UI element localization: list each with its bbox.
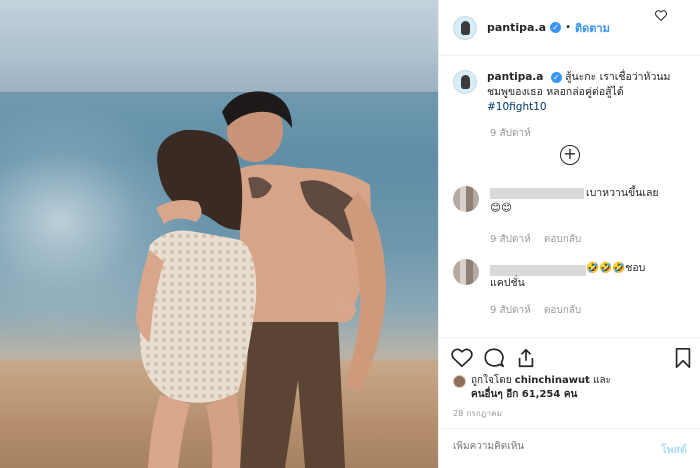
liker-username[interactable]: chinchinawut [515, 375, 590, 386]
caption-text-block: pantipa.a ✓ สู้นะกะ เราเชื่อว่าหัวนมชมพู… [487, 70, 687, 115]
follow-button[interactable]: ติดตาม [575, 19, 610, 37]
post-action-bar [439, 337, 700, 373]
comment-text: 🤣🤣🤣ชอบแคปชั่น [490, 262, 646, 289]
likes-others-link[interactable]: คนอื่นๆ อีก 61,254 คน [471, 389, 577, 400]
caption-timestamp[interactable]: 9 สัปดาห์ [490, 126, 531, 141]
author-username[interactable]: pantipa.a [487, 21, 546, 34]
comment-reply-button[interactable]: ตอบกลับ [544, 234, 581, 245]
caption-hashtag[interactable]: #10fight10 [487, 101, 547, 113]
post-date[interactable]: 28 กรกฎาคม [453, 407, 502, 420]
comment-avatar[interactable] [453, 259, 479, 285]
comment-bubble-icon[interactable] [483, 347, 505, 369]
caption: pantipa.a ✓ สู้นะกะ เราเชื่อว่าหัวนมชมพู… [453, 70, 689, 115]
comment-meta: 9 สัปดาห์ ตอบกลับ [490, 303, 591, 318]
add-comment-bar: โพสต์ [439, 428, 700, 468]
comment-heart-icon[interactable] [655, 10, 667, 21]
post-sidebar: pantipa.a ✓ • ติดตาม pantipa.a ✓ สู้นะกะ… [438, 0, 700, 468]
bookmark-icon[interactable] [672, 347, 694, 369]
post-comment-button[interactable]: โพสต์ [661, 441, 687, 458]
photo-couple-illustration [0, 91, 438, 468]
likes-and: และ [593, 375, 611, 386]
add-comment-input[interactable] [453, 441, 643, 452]
caption-username[interactable]: pantipa.a [487, 71, 543, 83]
caption-verified-badge-icon: ✓ [550, 72, 562, 83]
comment-text: เบาหวานขึ้นเลย 😊😊 [490, 187, 659, 214]
heart-icon[interactable] [451, 347, 473, 369]
likes-prefix: ถูกใจโดย [471, 375, 512, 386]
post-photo[interactable] [0, 0, 438, 468]
liker-avatar[interactable] [453, 375, 466, 388]
plus-circle-icon[interactable]: + [560, 145, 580, 165]
caption-avatar[interactable] [453, 70, 477, 94]
instagram-post: pantipa.a ✓ • ติดตาม pantipa.a ✓ สู้นะกะ… [0, 0, 700, 468]
likes-text: ถูกใจโดย chinchinawut และ คนอื่นๆ อีก 61… [471, 374, 691, 402]
share-icon[interactable] [515, 347, 537, 369]
comment-timestamp[interactable]: 9 สัปดาห์ [490, 305, 531, 316]
comment-avatar[interactable] [453, 186, 479, 212]
author-avatar[interactable] [453, 15, 477, 40]
header-separator: • [565, 22, 571, 33]
verified-badge-icon: ✓ [550, 22, 562, 33]
comment-meta: 9 สัปดาห์ ตอบกลับ [490, 232, 591, 247]
comment-reply-button[interactable]: ตอบกลับ [544, 305, 581, 316]
post-header: pantipa.a ✓ • ติดตาม [439, 0, 700, 56]
comment-timestamp[interactable]: 9 สัปดาห์ [490, 234, 531, 245]
